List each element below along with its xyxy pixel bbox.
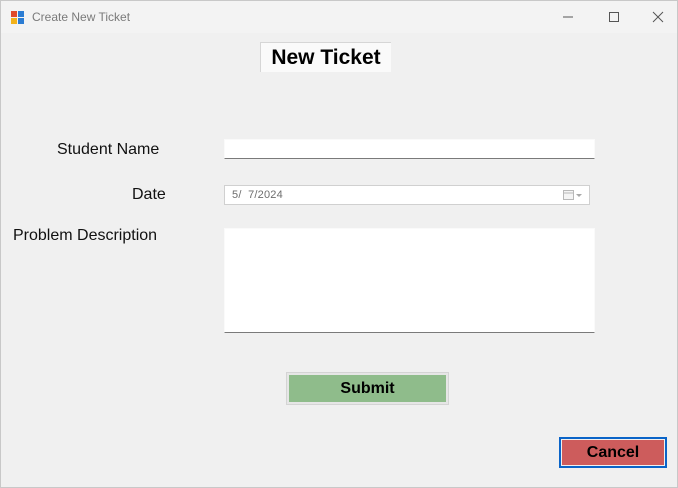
student-name-label: Student Name: [57, 141, 160, 158]
maximize-button[interactable]: [591, 1, 637, 33]
close-button[interactable]: [635, 1, 678, 33]
maximize-icon: [609, 12, 619, 22]
problem-description-label: Problem Description: [13, 227, 158, 244]
minimize-button[interactable]: [545, 1, 591, 33]
close-icon: [652, 11, 664, 23]
form-heading: New Ticket: [260, 42, 391, 72]
cancel-button[interactable]: Cancel: [559, 437, 667, 468]
submit-button[interactable]: Submit: [286, 372, 449, 405]
create-ticket-window: Create New Ticket New Ticket Student Nam…: [0, 0, 678, 488]
app-icon: [11, 11, 24, 24]
problem-description-textarea[interactable]: [224, 228, 595, 333]
date-label: Date: [132, 186, 166, 203]
calendar-dropdown-icon[interactable]: [563, 189, 583, 201]
student-name-input[interactable]: [224, 139, 595, 159]
date-value: 5/ 7/2024: [232, 189, 283, 201]
minimize-icon: [563, 16, 573, 18]
title-bar[interactable]: Create New Ticket: [1, 1, 677, 33]
date-picker[interactable]: 5/ 7/2024: [224, 185, 590, 205]
window-title: Create New Ticket: [32, 10, 131, 24]
